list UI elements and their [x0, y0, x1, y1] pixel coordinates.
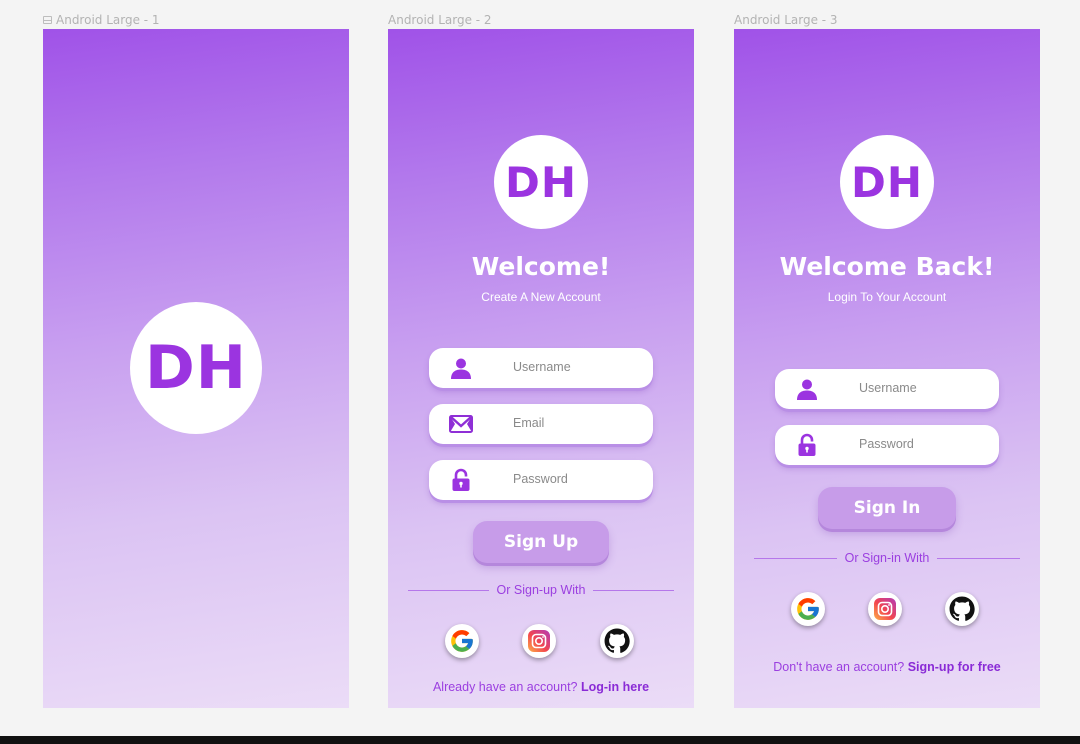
github-button[interactable]	[945, 592, 979, 626]
google-button[interactable]	[791, 592, 825, 626]
email-field[interactable]: Email	[429, 404, 653, 444]
footer-text: Don't have an account?	[773, 660, 905, 674]
divider-text: Or Sign-in With	[844, 551, 930, 565]
username-placeholder: Username	[513, 360, 571, 374]
frame-label-text: Android Large - 2	[388, 13, 492, 27]
divider-line	[937, 557, 1020, 559]
divider-line	[754, 557, 837, 559]
lock-icon	[449, 468, 473, 492]
divider-line	[593, 589, 675, 591]
bottom-bar	[0, 736, 1080, 744]
frame-label-2: Android Large - 2	[388, 13, 492, 27]
signup-screen: DH Welcome! Create A New Account Usernam…	[388, 29, 694, 708]
username-placeholder: Username	[859, 381, 917, 395]
user-icon	[449, 356, 473, 380]
frame-label-3: Android Large - 3	[734, 13, 838, 27]
signup-link[interactable]: Sign-up for free	[908, 660, 1001, 674]
instagram-button[interactable]	[868, 592, 902, 626]
password-field[interactable]: Password	[775, 425, 999, 465]
logo: DH	[840, 135, 934, 229]
frame-icon	[43, 16, 52, 24]
divider: Or Sign-in With	[754, 550, 1020, 566]
splash-screen: DH	[43, 29, 349, 708]
frame-label-1: Android Large - 1	[43, 13, 160, 27]
page-subtitle: Create A New Account	[481, 290, 601, 304]
password-placeholder: Password	[859, 437, 914, 451]
page-title: Welcome Back!	[779, 252, 995, 281]
password-field[interactable]: Password	[429, 460, 653, 500]
username-field[interactable]: Username	[429, 348, 653, 388]
instagram-icon	[873, 597, 897, 621]
github-button[interactable]	[600, 624, 634, 658]
divider-text: Or Sign-up With	[496, 583, 586, 597]
frame-label-text: Android Large - 3	[734, 13, 838, 27]
footer: Don't have an account? Sign-up for free	[734, 660, 1040, 674]
login-link[interactable]: Log-in here	[581, 680, 649, 694]
logo: DH	[494, 135, 588, 229]
user-icon	[795, 377, 819, 401]
google-button[interactable]	[445, 624, 479, 658]
frame-label-text: Android Large - 1	[56, 13, 160, 27]
logo: DH	[130, 302, 262, 434]
signin-screen: DH Welcome Back! Login To Your Account U…	[734, 29, 1040, 708]
username-field[interactable]: Username	[775, 369, 999, 409]
footer: Already have an account? Log-in here	[388, 680, 694, 694]
google-icon	[795, 596, 821, 622]
mail-icon	[449, 412, 473, 436]
lock-icon	[795, 433, 819, 457]
divider: Or Sign-up With	[408, 582, 675, 598]
footer-text: Already have an account?	[432, 680, 578, 694]
sign-in-button[interactable]: Sign In	[818, 487, 956, 529]
instagram-button[interactable]	[522, 624, 556, 658]
instagram-icon	[527, 629, 551, 653]
page-subtitle: Login To Your Account	[827, 290, 947, 304]
sign-up-button[interactable]: Sign Up	[473, 521, 609, 563]
google-icon	[449, 628, 475, 654]
password-placeholder: Password	[513, 472, 568, 486]
github-icon	[949, 596, 975, 622]
page-title: Welcome!	[471, 252, 611, 281]
email-placeholder: Email	[513, 416, 545, 430]
divider-line	[408, 589, 489, 591]
github-icon	[604, 628, 630, 654]
